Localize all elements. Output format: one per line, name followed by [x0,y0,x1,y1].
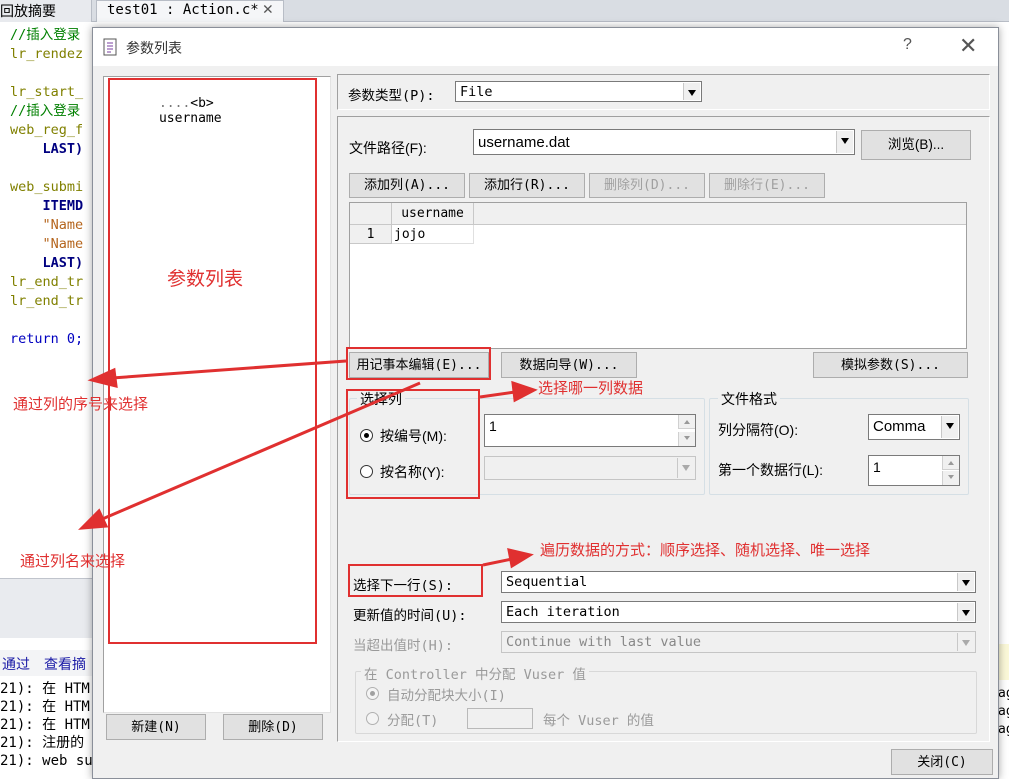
arrow-to-by-number [111,359,347,380]
arrow-to-by-name [99,381,421,522]
arrow-head-which-column [511,380,538,403]
arrow-head-by-name [78,508,109,530]
arrow-head-by-number [87,367,118,388]
arrow-to-which-column [479,390,516,399]
arrow-to-traversal [482,557,513,567]
annotation-arrows [78,359,538,569]
arrow-head-traversal [507,548,534,569]
